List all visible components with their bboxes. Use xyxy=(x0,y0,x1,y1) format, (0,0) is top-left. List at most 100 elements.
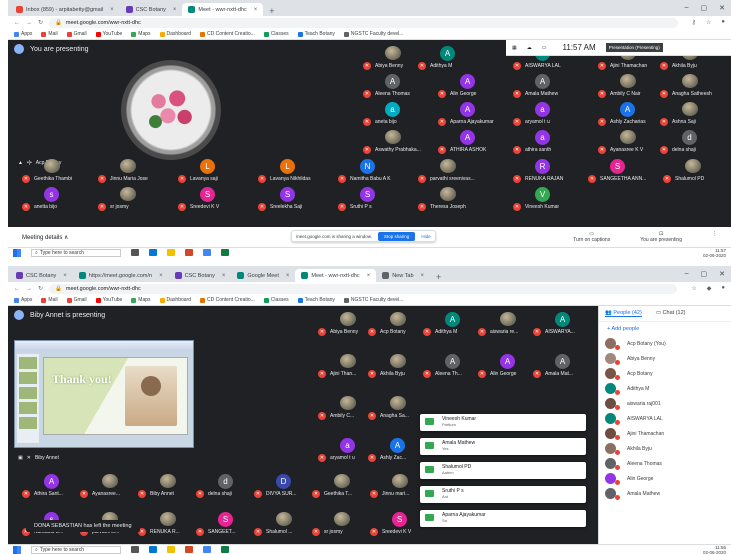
participant-tile[interactable]: ✕ Alin George xyxy=(438,90,476,98)
bookmark-item[interactable]: Teach Botany xyxy=(297,31,335,37)
forward-icon[interactable]: → xyxy=(26,20,32,26)
participant-tile[interactable]: ✕ Amala Mathew xyxy=(513,90,558,98)
bookmark-item[interactable]: CD Content Creatio... xyxy=(200,297,255,303)
bookmark-item[interactable]: NGSTC Faculty devel... xyxy=(343,31,403,37)
participant-tile[interactable]: ✕ Ajini Than... xyxy=(318,370,356,378)
presenting-button[interactable]: ⊡ You are presenting xyxy=(640,231,682,243)
tab-close-icon[interactable]: × xyxy=(367,273,371,279)
tab-close-icon[interactable]: × xyxy=(173,7,177,13)
tab-people[interactable]: 👥 People (42) xyxy=(605,310,642,317)
participant-tile[interactable]: ✕ Jinnu Maria Jose xyxy=(98,175,148,183)
participant-tile[interactable]: ✕ parvathi sreenivas... xyxy=(418,175,475,183)
windows-start-icon[interactable] xyxy=(13,248,21,257)
bookmark-item[interactable]: Apps xyxy=(14,297,32,303)
people-list-item[interactable]: Adithya M xyxy=(605,381,725,396)
participant-tile[interactable]: ✕ Acp Botany xyxy=(368,328,406,336)
bookmark-item[interactable]: Mail xyxy=(41,297,58,303)
participant-tile[interactable]: ✕ aiswaria re... xyxy=(478,328,518,336)
participant-tile[interactable]: ✕ Anagha Sa... xyxy=(368,412,409,420)
browser-tab[interactable]: CSC Botany × xyxy=(169,269,232,282)
participant-tile[interactable]: ✕ Ayanasree... xyxy=(80,490,120,498)
browser-tab[interactable]: Meet - wwr-nxtt-dhc × xyxy=(295,269,377,282)
profile-icon[interactable]: ● xyxy=(721,19,725,26)
bookmark-item[interactable]: Apps xyxy=(14,31,32,37)
people-list-item[interactable]: Acp Botany xyxy=(605,366,725,381)
participant-tile[interactable]: ✕ Adithya M xyxy=(418,62,452,70)
chat-notification[interactable]: Sruthi P s Ant xyxy=(420,486,586,503)
participant-tile[interactable]: ✕ anetta bijo xyxy=(22,203,57,211)
participant-tile[interactable]: ✕ RENUKA R... xyxy=(138,528,180,536)
participant-tile[interactable]: ✕ SANGEET... xyxy=(196,528,236,536)
participant-tile[interactable]: ✕ Ashly Zac... xyxy=(368,454,406,462)
participant-tile[interactable]: ✕ Theresa Joseph xyxy=(418,203,466,211)
bookmark-item[interactable]: YouTube xyxy=(95,297,122,303)
chat-notification[interactable]: Aparna Ajayakumar Sa xyxy=(420,510,586,527)
people-list-item[interactable]: Ajini Thamachan xyxy=(605,426,725,441)
taskbar-search[interactable]: ⌕ Type here to search xyxy=(31,248,121,257)
captions-button[interactable]: ▭ Turn on captions xyxy=(573,231,610,243)
tab-chat[interactable]: ▭ Chat (12) xyxy=(656,310,686,317)
bookmark-item[interactable]: Classes xyxy=(263,297,289,303)
bookmark-item[interactable]: Maps xyxy=(131,31,151,37)
participant-tile[interactable]: ✕ Aleena Thomas xyxy=(363,90,410,98)
edge-icon[interactable] xyxy=(149,546,157,553)
participant-tile[interactable]: ✕ AISWARYA... xyxy=(533,328,575,336)
new-tab-button[interactable]: + xyxy=(430,272,447,282)
participant-tile[interactable]: ✕ Athira Sant... xyxy=(22,490,63,498)
participant-tile[interactable]: ✕ sr josmy xyxy=(98,203,129,211)
people-list-item[interactable]: Alin George xyxy=(605,471,725,486)
url-field[interactable]: 🔒 meet.google.com/wwr-nxtt-dhc xyxy=(49,17,678,28)
bookmark-item[interactable]: NGSTC Faculty devel... xyxy=(343,297,403,303)
participant-tile[interactable]: ✕ DIVYA SUR... xyxy=(254,490,296,498)
participant-tile[interactable]: ✕ Namitha Babu A K xyxy=(338,175,391,183)
participant-tile[interactable]: ✕ Abiya Benny xyxy=(318,328,358,336)
edge-icon[interactable] xyxy=(149,249,157,256)
windows-start-icon[interactable] xyxy=(13,545,21,554)
participant-tile[interactable]: ✕ Lavanya Nikhildas xyxy=(258,175,311,183)
browser-tab[interactable]: https://meet.google.com/n × xyxy=(73,269,169,282)
explorer-icon[interactable] xyxy=(167,249,175,256)
people-list-item[interactable]: Akhila Byju xyxy=(605,441,725,456)
participant-tile[interactable]: ✕ Adithya M xyxy=(423,328,457,336)
participant-tile[interactable]: ✕ Ashna Saji xyxy=(660,118,696,126)
more-options-icon[interactable]: ⋮ xyxy=(712,231,717,243)
explorer-icon[interactable] xyxy=(167,546,175,553)
close-icon[interactable]: ✕ xyxy=(719,270,725,278)
participant-tile[interactable]: ✕ athira santh xyxy=(513,146,551,154)
participant-tile[interactable]: ✕ aryamol t u xyxy=(318,454,355,462)
task-view-icon[interactable] xyxy=(131,546,139,553)
people-list-item[interactable]: Amala Mathew xyxy=(605,486,725,501)
tab-close-icon[interactable]: × xyxy=(421,273,425,279)
key-icon[interactable]: ⚷ xyxy=(692,19,696,26)
maximize-icon[interactable]: ▢ xyxy=(701,4,708,12)
participant-tile[interactable]: ✕ Sreedevi K V xyxy=(370,528,411,536)
task-view-icon[interactable] xyxy=(131,249,139,256)
participant-tile[interactable]: ✕ AISWARYA LAL xyxy=(513,62,561,70)
excel-icon[interactable] xyxy=(221,546,229,553)
bookmark-item[interactable]: Gmail xyxy=(66,31,87,37)
participant-tile[interactable]: ✕ aneta bijo xyxy=(363,118,397,126)
participant-tile[interactable]: ✕ Aparna Ajayakumar xyxy=(438,118,494,126)
tab-close-icon[interactable]: × xyxy=(222,273,226,279)
participant-tile[interactable]: ✕ Amala Mat... xyxy=(533,370,573,378)
reload-icon[interactable]: ↻ xyxy=(38,285,43,292)
star-icon[interactable]: ☆ xyxy=(706,19,711,26)
browser-tab[interactable]: Inbox (859) - arpitabetty@gmail × xyxy=(10,3,120,16)
participant-tile[interactable]: ✕ Biby Annet xyxy=(138,490,174,498)
url-field[interactable]: 🔒 meet.google.com/wwr-nxtt-dhc xyxy=(49,283,678,294)
bookmark-item[interactable]: Dashboard xyxy=(159,31,191,37)
chrome-icon[interactable] xyxy=(203,249,211,256)
participant-tile[interactable]: ✕ Anagha Satheesh xyxy=(660,90,712,98)
browser-tab[interactable]: CSC Botany × xyxy=(10,269,73,282)
people-list-item[interactable]: Abiya Benny xyxy=(605,351,725,366)
participant-tile[interactable]: ✕ Sreelekha Saji xyxy=(258,203,302,211)
powerpoint-icon[interactable] xyxy=(185,249,193,256)
participant-tile[interactable]: ✕ Lavanya saji xyxy=(178,175,218,183)
minimize-icon[interactable]: – xyxy=(685,270,689,278)
bookmark-item[interactable]: CD Content Creatio... xyxy=(200,31,255,37)
taskbar-search[interactable]: ⌕ Type here to search xyxy=(31,545,121,554)
people-list-item[interactable]: AISWARYA LAL xyxy=(605,411,725,426)
participant-tile[interactable]: ✕ Sreedevi K V xyxy=(178,203,219,211)
new-tab-button[interactable]: + xyxy=(263,6,280,16)
tab-close-icon[interactable]: × xyxy=(63,273,67,279)
